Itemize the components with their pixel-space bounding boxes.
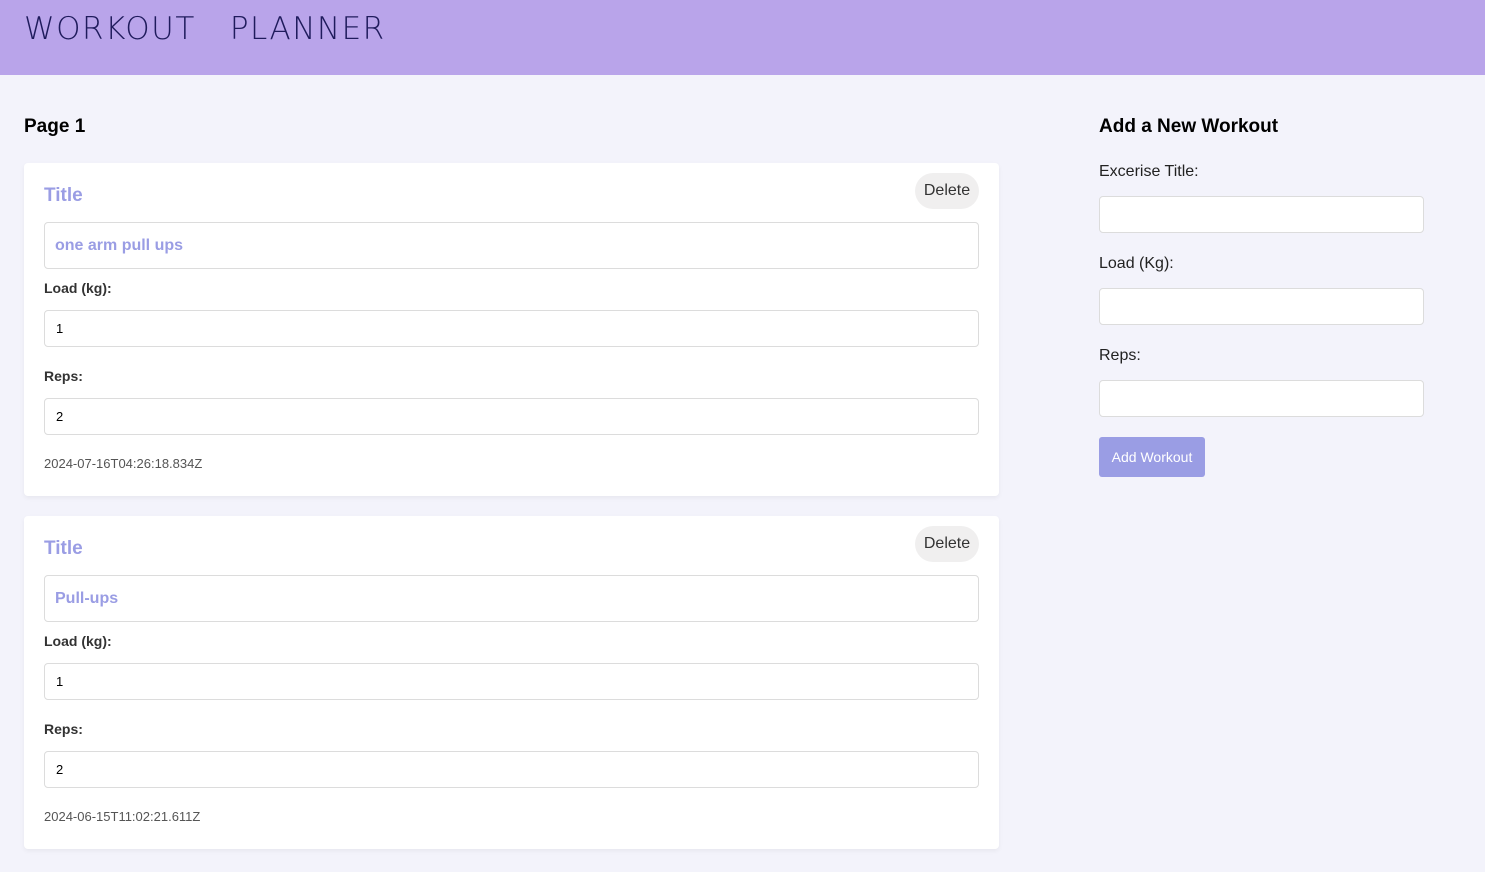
reps-input[interactable] [44,751,979,788]
created-timestamp: 2024-07-16T04:26:18.834Z [44,456,203,471]
exercise-title-input[interactable] [1099,196,1424,233]
reps-form-input[interactable] [1099,380,1424,417]
reps-input[interactable] [44,398,979,435]
delete-button[interactable]: Delete [915,526,979,562]
reps-label: Reps: [44,721,83,737]
load-input[interactable] [44,663,979,700]
exercise-title-label: Excerise Title: [1099,163,1199,180]
load-label: Load (kg): [44,633,112,649]
workout-title-input[interactable] [44,222,979,269]
app-logo: WORKOUT PLANNER [24,11,386,47]
workout-title-label: Title [44,538,83,559]
workout-title-input[interactable] [44,575,979,622]
form-heading: Add a New Workout [1099,116,1279,137]
page-indicator: Page 1 [24,116,86,137]
load-kg-label: Load (Kg): [1099,255,1174,272]
add-workout-button[interactable]: Add Workout [1099,437,1205,477]
created-timestamp: 2024-06-15T11:02:21.611Z [44,809,201,824]
top-header: WORKOUT PLANNER [0,0,1485,75]
workout-card: Title Delete Load (kg): Reps: 2024-07-16… [24,163,999,496]
workout-title-label: Title [44,185,83,206]
reps-form-label: Reps: [1099,347,1141,364]
load-kg-input[interactable] [1099,288,1424,325]
reps-label: Reps: [44,368,83,384]
workout-card: Title Delete Load (kg): Reps: 2024-06-15… [24,516,999,849]
load-label: Load (kg): [44,280,112,296]
load-input[interactable] [44,310,979,347]
delete-button[interactable]: Delete [915,173,979,209]
